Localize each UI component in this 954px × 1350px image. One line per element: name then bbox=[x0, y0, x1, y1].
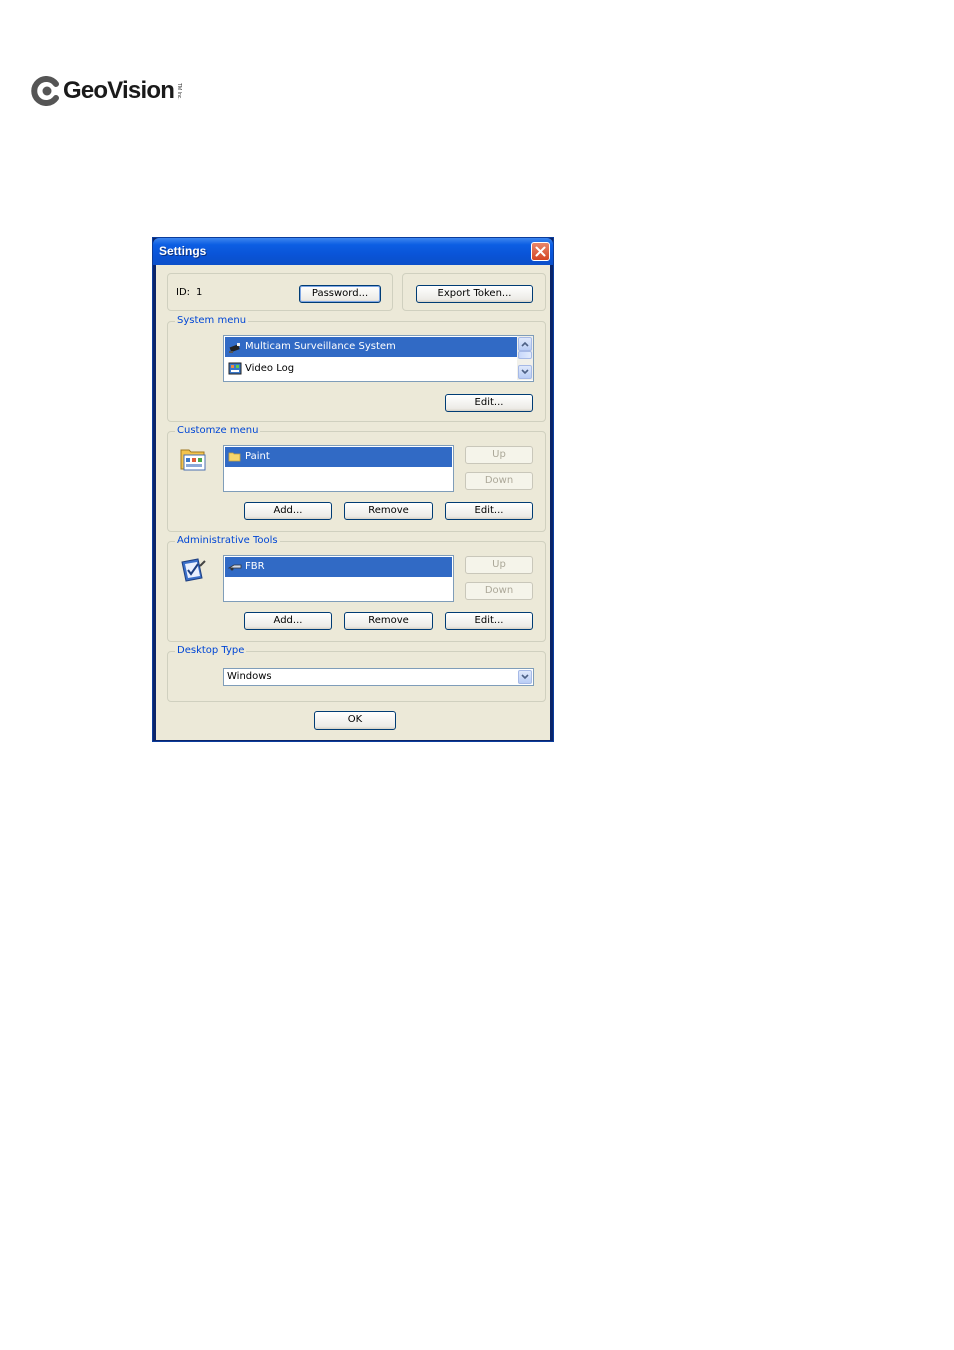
customize-menu-icon bbox=[180, 449, 206, 471]
dialog-client: ID: 1 Password... Export Token... System… bbox=[156, 265, 550, 740]
admin-remove-button[interactable]: Remove bbox=[344, 612, 433, 630]
close-button[interactable] bbox=[531, 242, 550, 261]
desktop-type-dropdown-button[interactable] bbox=[518, 670, 532, 684]
admin-tools-list[interactable]: FBR bbox=[223, 555, 454, 602]
scroll-up-button[interactable] bbox=[518, 337, 532, 351]
scroll-down-button[interactable] bbox=[518, 365, 532, 379]
close-icon bbox=[535, 246, 546, 257]
settings-window: Settings ID: 1 Password... Export Token.… bbox=[152, 237, 554, 742]
chevron-down-icon bbox=[521, 674, 529, 680]
export-token-button[interactable]: Export Token... bbox=[416, 285, 533, 303]
desktop-type-value: Windows bbox=[227, 671, 272, 682]
system-menu-group: System menu Multicam Surveillance System bbox=[167, 315, 546, 422]
system-menu-label: System menu bbox=[175, 315, 249, 327]
chevron-down-icon bbox=[521, 369, 529, 375]
window-title: Settings bbox=[159, 244, 207, 258]
customize-up-button[interactable]: Up bbox=[465, 446, 533, 464]
list-item[interactable]: FBR bbox=[225, 557, 452, 577]
folder-icon bbox=[228, 452, 241, 462]
title-bar[interactable]: Settings bbox=[153, 238, 553, 265]
list-item-label: Paint bbox=[245, 451, 270, 462]
desktop-type-label: Desktop Type bbox=[175, 645, 247, 657]
id-group: ID: 1 Password... bbox=[167, 273, 393, 311]
geovision-logo: GeoVision TM Inc. bbox=[30, 74, 182, 108]
list-item[interactable]: Video Log bbox=[225, 359, 517, 379]
system-edit-button[interactable]: Edit... bbox=[445, 394, 533, 412]
geovision-logo-icon bbox=[31, 76, 59, 106]
customize-down-button[interactable]: Down bbox=[465, 472, 533, 490]
customize-edit-button[interactable]: Edit... bbox=[445, 502, 533, 520]
chevron-up-icon bbox=[521, 341, 529, 347]
export-group: Export Token... bbox=[402, 273, 546, 311]
customize-add-button[interactable]: Add... bbox=[244, 502, 332, 520]
brand-tm: TM Inc. bbox=[176, 83, 183, 100]
scroll-thumb[interactable] bbox=[518, 351, 532, 359]
list-item[interactable]: Multicam Surveillance System bbox=[225, 337, 517, 357]
desktop-type-group: Desktop Type Windows bbox=[167, 645, 546, 702]
admin-tools-icon bbox=[181, 558, 206, 582]
list-item[interactable]: Paint bbox=[225, 447, 452, 467]
admin-up-button[interactable]: Up bbox=[465, 556, 533, 574]
customize-menu-group: Customze menu Paint Up Down Add... Remov… bbox=[167, 425, 546, 532]
customize-menu-list[interactable]: Paint bbox=[223, 445, 454, 492]
video-log-icon bbox=[228, 362, 242, 375]
ok-button[interactable]: OK bbox=[314, 711, 396, 730]
admin-edit-button[interactable]: Edit... bbox=[445, 612, 533, 630]
id-value: 1 bbox=[196, 287, 203, 298]
admin-tools-label: Administrative Tools bbox=[175, 535, 280, 547]
list-item-label: Video Log bbox=[245, 363, 295, 374]
fbr-icon bbox=[228, 564, 242, 571]
list-item-label: Multicam Surveillance System bbox=[245, 341, 396, 352]
customize-menu-label: Customze menu bbox=[175, 425, 261, 437]
system-menu-list[interactable]: Multicam Surveillance System Video Log bbox=[223, 335, 534, 382]
id-label: ID: bbox=[176, 287, 191, 298]
admin-tools-group: Administrative Tools FBR Up Down Add... bbox=[167, 535, 546, 642]
desktop-type-select[interactable]: Windows bbox=[223, 668, 534, 686]
customize-remove-button[interactable]: Remove bbox=[344, 502, 433, 520]
camera-icon bbox=[229, 343, 240, 353]
admin-down-button[interactable]: Down bbox=[465, 582, 533, 600]
admin-add-button[interactable]: Add... bbox=[244, 612, 332, 630]
password-button[interactable]: Password... bbox=[299, 285, 381, 303]
system-menu-scrollbar[interactable] bbox=[517, 336, 533, 380]
list-item-label: FBR bbox=[245, 561, 265, 572]
brand-name: GeoVision bbox=[63, 77, 175, 104]
